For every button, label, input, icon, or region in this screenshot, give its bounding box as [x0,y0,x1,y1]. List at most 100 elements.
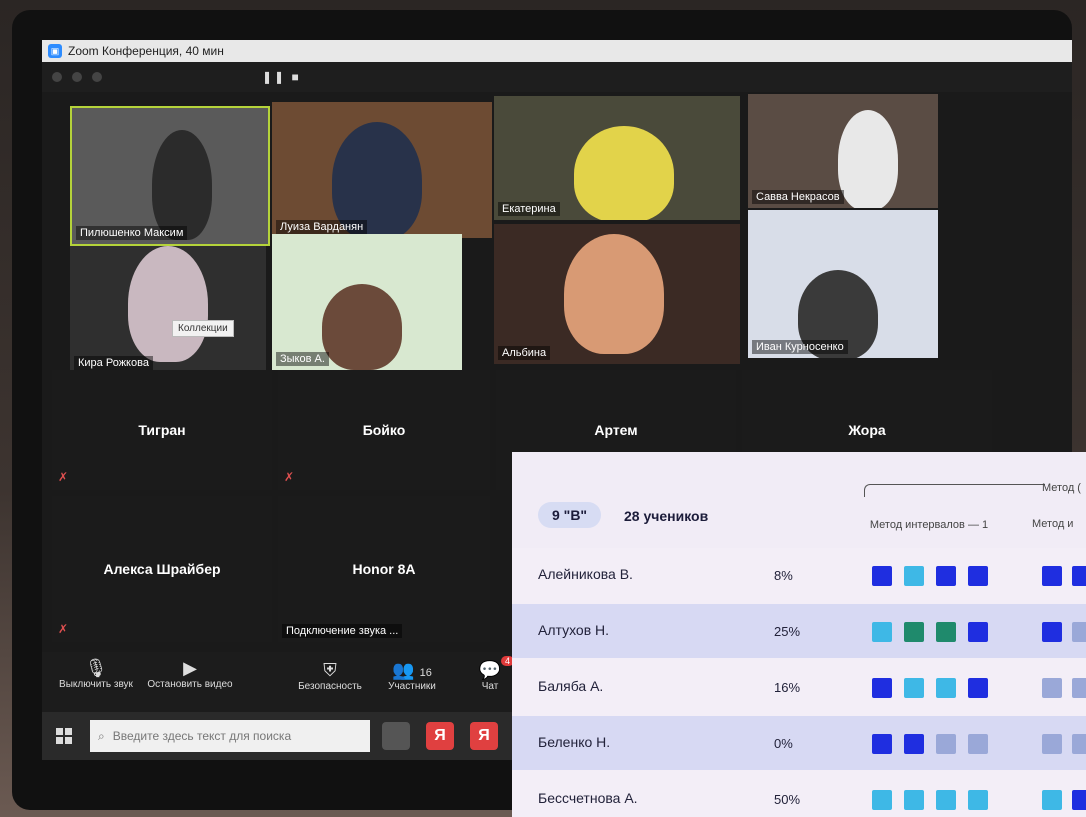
result-square [968,678,988,698]
participant-name: Алекса Шрайбер [103,561,221,577]
result-square [936,734,956,754]
participant-tile[interactable]: Зыков А. [272,234,462,370]
participant-tile[interactable]: Бойко ✗ [278,370,490,490]
student-name: Беленко Н. [538,734,611,750]
result-square [872,790,892,810]
windows-start-icon[interactable] [56,728,72,744]
student-row[interactable]: Алейникова В. 8% [512,548,1086,602]
student-report-panel: 9 "В" 28 учеников Метод ( Метод интервал… [512,452,1086,817]
participant-name: Жора [848,422,886,438]
participant-name: Тигран [138,422,186,438]
info-icon[interactable] [52,72,62,82]
window-title: Zoom Конференция, 40 мин [68,44,224,58]
participant-video [322,284,402,370]
method-column-header: Метод интервалов — 1 [869,519,989,531]
result-square [936,678,956,698]
pause-icon[interactable]: ❚❚ ■ [262,70,301,84]
participant-name: Савва Некрасов [752,190,844,204]
student-percent: 8% [774,568,793,583]
taskbar-search-input[interactable]: ⌕ Введите здесь текст для поиска [90,720,370,752]
participant-tile[interactable]: Алекса Шрайбер ✗ [52,496,272,642]
result-square [1042,566,1062,586]
stop-video-button[interactable]: ▶ Остановить видео [142,658,238,690]
result-square [904,734,924,754]
result-square [904,678,924,698]
participant-name: Иван Курносенко [752,340,848,354]
result-square [968,790,988,810]
result-square [872,622,892,642]
student-row[interactable]: Алтухов Н. 25% [512,604,1086,658]
participant-name: Луиза Варданян [276,220,368,234]
result-square [872,734,892,754]
mute-button[interactable]: 🎙 Выключить звук [56,658,136,690]
yandex-browser-icon[interactable]: Я [426,722,454,750]
shield-status-icon[interactable] [72,72,82,82]
participant-name: Бойко [362,422,406,438]
student-percent: 16% [774,680,801,695]
participant-tile[interactable]: Луиза Варданян [272,102,492,238]
participants-count: 16 [419,667,432,679]
result-square [872,678,892,698]
camera-icon: ▶ [183,658,197,678]
participant-video [574,126,674,220]
audio-connecting-status: Подключение звука ... [282,624,403,638]
result-square [1042,790,1062,810]
mic-muted-icon: ✗ [58,470,69,484]
student-percent: 25% [774,624,801,639]
stop-video-label: Остановить видео [147,679,233,690]
mute-label: Выключить звук [59,679,133,690]
participant-name: Екатерина [498,202,560,216]
result-square [1072,790,1086,810]
method-group-bracket [864,484,1045,497]
participant-video [152,130,212,240]
method-group-label: Метод ( [1042,482,1081,494]
student-name: Баляба А. [538,678,604,694]
participant-tile[interactable]: Тигран ✗ [52,370,272,490]
result-square [872,566,892,586]
participant-name: Honor 8A [352,561,416,577]
student-row[interactable]: Беленко Н. 0% [512,716,1086,770]
mic-muted-icon: ✗ [284,470,295,484]
participants-label: Участники [388,681,436,692]
security-label: Безопасность [298,681,362,692]
result-square [904,790,924,810]
student-row[interactable]: Баляба А. 16% [512,660,1086,714]
students-count: 28 учеников [624,508,709,524]
student-name: Алейникова В. [538,566,633,582]
participant-tile[interactable]: Альбина [494,224,740,364]
participant-tile[interactable]: Екатерина [494,96,740,220]
result-square [1042,734,1062,754]
result-square [1072,566,1086,586]
participant-tile[interactable]: Савва Некрасов [748,94,938,208]
result-square [936,790,956,810]
participant-tile[interactable]: Пилюшенко Максим [70,106,270,246]
task-view-icon[interactable] [382,722,410,750]
window-titlebar: ▣ Zoom Конференция, 40 мин [42,40,1072,62]
yandex-icon[interactable]: Я [470,722,498,750]
security-button[interactable]: ⛨ Безопасность [290,660,370,692]
class-badge[interactable]: 9 "В" [538,502,602,528]
participant-name: Пилюшенко Максим [76,226,188,240]
participant-video [838,110,898,208]
shield-icon: ⛨ [323,660,337,680]
participant-tile[interactable]: Кира Рожкова [70,246,266,374]
participant-name: Зыков А. [276,352,329,366]
participant-tile[interactable]: Honor 8A Подключение звука ... [278,496,490,642]
result-square [936,622,956,642]
recording-status-icon[interactable] [92,72,102,82]
result-square [936,566,956,586]
student-row[interactable]: Бессчетнова А. 50% [512,772,1086,817]
result-square [968,734,988,754]
result-square [904,622,924,642]
participant-tile[interactable]: Иван Курносенко [748,210,938,358]
result-square [1042,622,1062,642]
mic-muted-icon: ✗ [58,622,69,636]
microphone-icon: 🎙 [84,658,108,678]
participant-video [128,246,208,362]
chat-button[interactable]: 💬 4 Чат [472,656,514,692]
chat-label: Чат [481,681,499,692]
result-square [968,566,988,586]
participants-icon: 👥 16 [392,660,432,680]
participants-button[interactable]: 👥 16 Участники [380,660,444,692]
result-square [968,622,988,642]
